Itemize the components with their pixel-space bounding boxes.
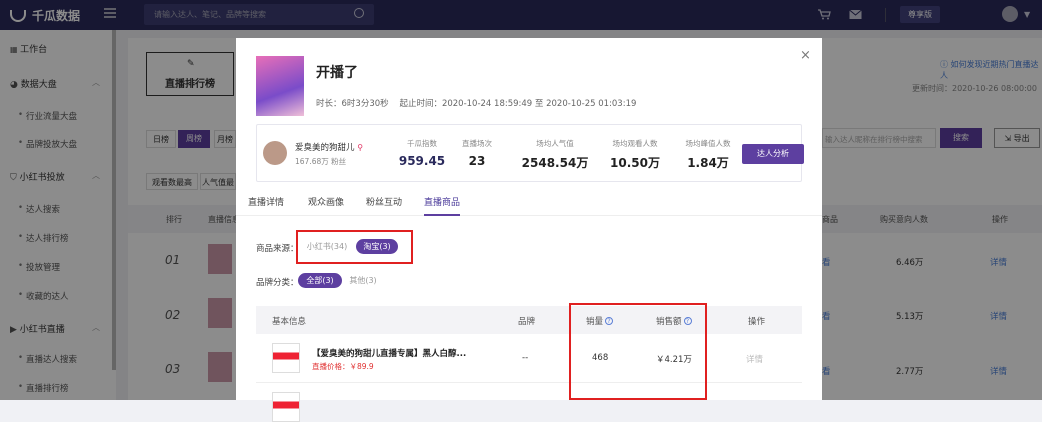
source-highlight-box — [296, 230, 413, 264]
close-icon[interactable]: × — [800, 48, 811, 63]
sales-highlight-box — [569, 303, 707, 400]
stat-label: 场均观看人数 — [612, 139, 658, 148]
stat-value: 2548.54万 — [521, 156, 589, 170]
stat-avg-viewers: 场均观看人数 10.50万 — [599, 138, 671, 171]
stat-peak-viewers: 场均峰值人数 1.84万 — [677, 138, 739, 171]
stat-avg-popularity: 场均人气值 2548.54万 — [515, 138, 595, 171]
brand-all[interactable]: 全部(3) — [298, 273, 342, 288]
stat-value: 1.84万 — [687, 156, 729, 170]
stat-label: 千瓜指数 — [407, 139, 437, 148]
source-label: 商品来源： — [256, 244, 299, 254]
product-brand: -- — [522, 353, 529, 363]
product-detail-link[interactable]: 详情 — [746, 353, 763, 365]
product-thumbnail-partial[interactable] — [272, 392, 300, 422]
stat-label: 直播场次 — [462, 139, 492, 148]
modal-tabs: 直播详情 观众画像 粉丝互动 直播商品 — [236, 188, 822, 216]
tab-live-products[interactable]: 直播商品 — [424, 195, 460, 208]
product-thumbnail[interactable] — [272, 343, 300, 373]
stat-live-count: 直播场次 23 — [457, 138, 497, 168]
row-divider — [256, 382, 802, 383]
verified-icon: ⚲ — [357, 143, 364, 152]
stat-qiangua-index: 千瓜指数 959.45 — [392, 138, 452, 168]
live-detail-modal: × 开播了 时长：6时3分30秒 起止时间：2020-10-24 18:59:4… — [236, 38, 822, 422]
anchor-fans: 167.68万 粉丝 — [295, 157, 347, 166]
anchor-analysis-button[interactable]: 达人分析 — [742, 144, 804, 164]
anchor-avatar[interactable] — [263, 141, 287, 165]
tab-live-detail[interactable]: 直播详情 — [248, 195, 284, 208]
tab-fan-interaction[interactable]: 粉丝互动 — [366, 195, 402, 208]
col-brand: 品牌 — [518, 317, 536, 327]
stat-value: 10.50万 — [610, 156, 660, 170]
brand-label: 品牌分类： — [256, 278, 299, 288]
anchor-stats-card: 爱臭美的狗甜儿 ⚲ 167.68万 粉丝 千瓜指数 959.45 直播场次 23 场… — [256, 124, 804, 182]
live-title: 开播了 — [316, 65, 358, 81]
anchor-name-text: 爱臭美的狗甜儿 — [295, 143, 355, 153]
live-cover-image — [256, 56, 304, 116]
tab-audience-profile[interactable]: 观众画像 — [308, 195, 344, 208]
live-meta: 时长：6时3分30秒 起止时间：2020-10-24 18:59:49 至 20… — [316, 99, 637, 109]
product-name[interactable]: 【爱臭美的狗甜儿直播专属】黑人白醇... — [312, 347, 466, 359]
active-tab-indicator — [424, 214, 460, 216]
stat-label: 场均人气值 — [536, 139, 574, 148]
anchor-name[interactable]: 爱臭美的狗甜儿 ⚲ — [295, 141, 363, 153]
col-basic-info: 基本信息 — [272, 317, 307, 327]
stat-label: 场均峰值人数 — [685, 139, 731, 148]
product-price: 直播价格：￥89.9 — [312, 362, 374, 371]
stat-value: 959.45 — [398, 154, 446, 168]
col-action: 操作 — [748, 317, 766, 327]
products-table-header: 基本信息 品牌 销量? 销售额? 操作 — [256, 306, 802, 334]
stat-value: 23 — [468, 154, 486, 168]
brand-other[interactable]: 其他(3) — [346, 273, 380, 288]
